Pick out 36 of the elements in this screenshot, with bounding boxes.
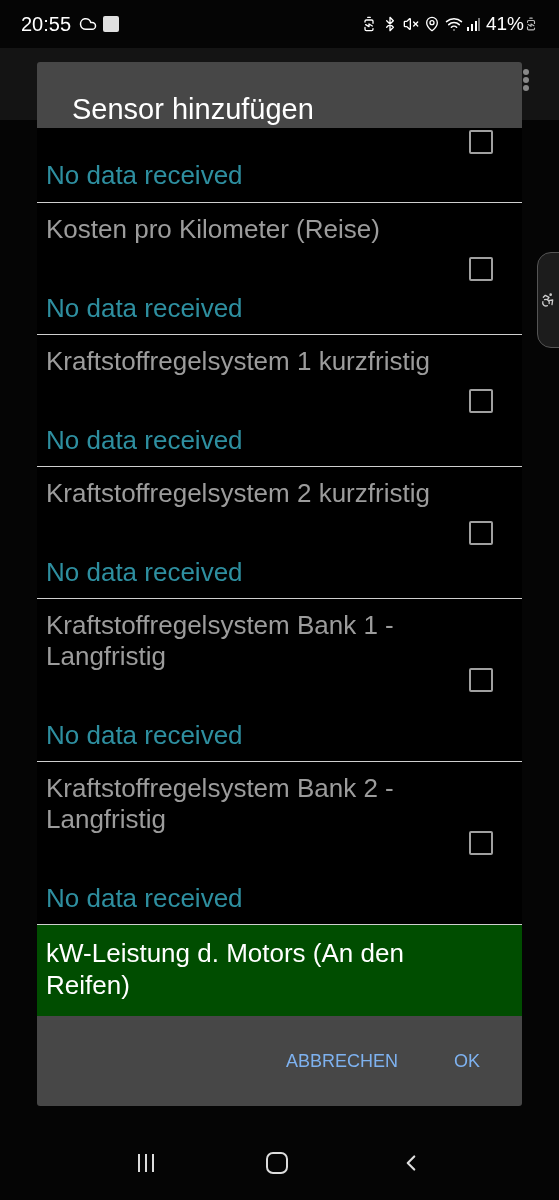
status-text: No data received (46, 883, 243, 913)
status-text: No data received (46, 557, 243, 587)
sensor-name: Kraftstoffregelsystem Bank 2 - Langfristig (46, 773, 395, 835)
signal-icon (465, 17, 480, 31)
accessibility-button[interactable] (537, 252, 559, 348)
status-text: No data received (46, 425, 243, 455)
sensor-name: Kosten pro Kilometer (Reise) (46, 214, 380, 245)
sensor-row[interactable]: kW-Leistung d. Motors (An den Reifen) (37, 925, 522, 1016)
sensor-name: kW-Leistung d. Motors (An den Reifen) (46, 937, 405, 1001)
sensor-name: Kraftstoffregelsystem Bank 1 - Langfristig (46, 610, 395, 672)
location-icon (423, 16, 440, 32)
sensor-name: Kraftstoffregelsystem 1 kurzfristig (46, 346, 430, 377)
home-icon[interactable] (266, 1152, 289, 1174)
checkbox[interactable] (469, 668, 493, 692)
battery-percent: 41% (485, 11, 524, 36)
battery-icon (524, 17, 538, 31)
checkbox[interactable] (469, 831, 493, 855)
checkbox[interactable] (469, 256, 493, 281)
status-text: No data received (46, 720, 243, 750)
sensor-row[interactable]: No data received (37, 128, 522, 203)
cloud-icon (79, 15, 98, 33)
checkbox[interactable] (469, 130, 493, 154)
status-time: 20:55 (21, 12, 72, 37)
more-options-icon[interactable] (522, 68, 530, 92)
cancel-button[interactable]: ABBRECHEN (277, 1041, 406, 1081)
wifi-icon (444, 15, 463, 33)
dialog-title: Sensor hinzufügen (72, 93, 314, 125)
status-text: No data received (46, 293, 243, 323)
notification-icon (103, 16, 120, 32)
sensor-name: Kraftstoffregelsystem 2 kurzfristig (46, 478, 430, 509)
accessibility-icon (540, 292, 556, 308)
ok-button[interactable]: OK (446, 1041, 488, 1081)
mute-icon (402, 16, 419, 32)
checkbox[interactable] (469, 520, 493, 545)
checkbox[interactable] (469, 388, 493, 413)
status-text: No data received (46, 160, 244, 190)
